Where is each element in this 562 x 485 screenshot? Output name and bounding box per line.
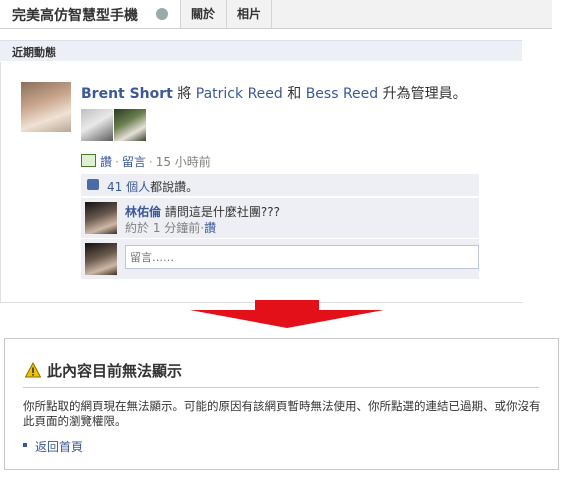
error-message: 你所點取的網頁現在無法顯示。可能的原因有該網頁暫時無法使用、你所點選的連結已過期… (23, 399, 541, 428)
separator: · (148, 155, 153, 169)
warning-icon (25, 362, 41, 378)
tab-about[interactable]: 關於 (180, 0, 226, 28)
recent-activity-bar: 近期動態 (0, 40, 522, 61)
error-panel: 此內容目前無法顯示 你所點取的網頁現在無法顯示。可能的原因有該網頁暫時無法使用、… (4, 338, 559, 470)
person2-link[interactable]: Bess Reed (306, 86, 378, 102)
activity-story: Brent Short 將 Patrick Reed 和 Bess Reed 升… (0, 62, 523, 303)
likes-suffix: 都說讚。 (150, 180, 199, 194)
story-conj: 和 (282, 86, 306, 102)
home-link[interactable]: 返回首頁 (35, 438, 83, 455)
comment-link[interactable]: 留言 (122, 155, 146, 169)
commenter-avatar[interactable] (85, 202, 117, 234)
comment-time: 約於 1 分鐘前 (125, 221, 201, 235)
reply-box (81, 238, 479, 279)
person2-thumbnail[interactable] (114, 109, 146, 141)
like-link[interactable]: 讚 (100, 155, 112, 169)
comment-text: 請問這是什麼社團??? (164, 205, 280, 219)
viewer-avatar (85, 243, 117, 275)
comment-like-link[interactable]: 讚 (204, 221, 216, 235)
story-time: 15 小時前 (155, 155, 211, 169)
thumbs-up-icon (87, 179, 99, 190)
tab-photos[interactable]: 相片 (226, 0, 273, 28)
story-actions: 讚 · 留言 · 15 小時前 (81, 153, 211, 170)
down-arrow-icon (190, 300, 384, 328)
globe-icon (156, 8, 168, 20)
story-text: Brent Short 將 Patrick Reed 和 Bess Reed 升… (81, 83, 467, 103)
actor-avatar[interactable] (21, 82, 71, 132)
bullet-icon (23, 443, 27, 447)
speech-bubble-icon (81, 154, 96, 167)
commenter-name-link[interactable]: 林佑倫 (125, 205, 161, 219)
person1-link[interactable]: Patrick Reed (196, 86, 283, 102)
story-action: 升為管理員。 (378, 86, 467, 102)
likers-link[interactable]: 41 個人 (107, 180, 150, 194)
page-title[interactable]: 完美高仿智慧型手機 (12, 5, 138, 25)
arrow-shape (190, 300, 384, 328)
page-header: 完美高仿智慧型手機 關於 相片 (0, 0, 552, 29)
section-title: 近期動態 (12, 46, 56, 59)
story-verb: 將 (172, 86, 196, 102)
error-title: 此內容目前無法顯示 (47, 362, 183, 380)
divider (23, 387, 539, 388)
actor-name-link[interactable]: Brent Short (81, 86, 173, 102)
person1-thumbnail[interactable] (81, 109, 113, 141)
comment-item: 林佑倫 請問這是什麼社團??? 約於 1 分鐘前·讚 (81, 197, 479, 238)
separator: · (115, 155, 119, 169)
comment-input[interactable] (125, 245, 479, 269)
page-title-area: 完美高仿智慧型手機 (0, 0, 181, 28)
likes-summary: 41 個人都說讚。 (81, 174, 479, 196)
